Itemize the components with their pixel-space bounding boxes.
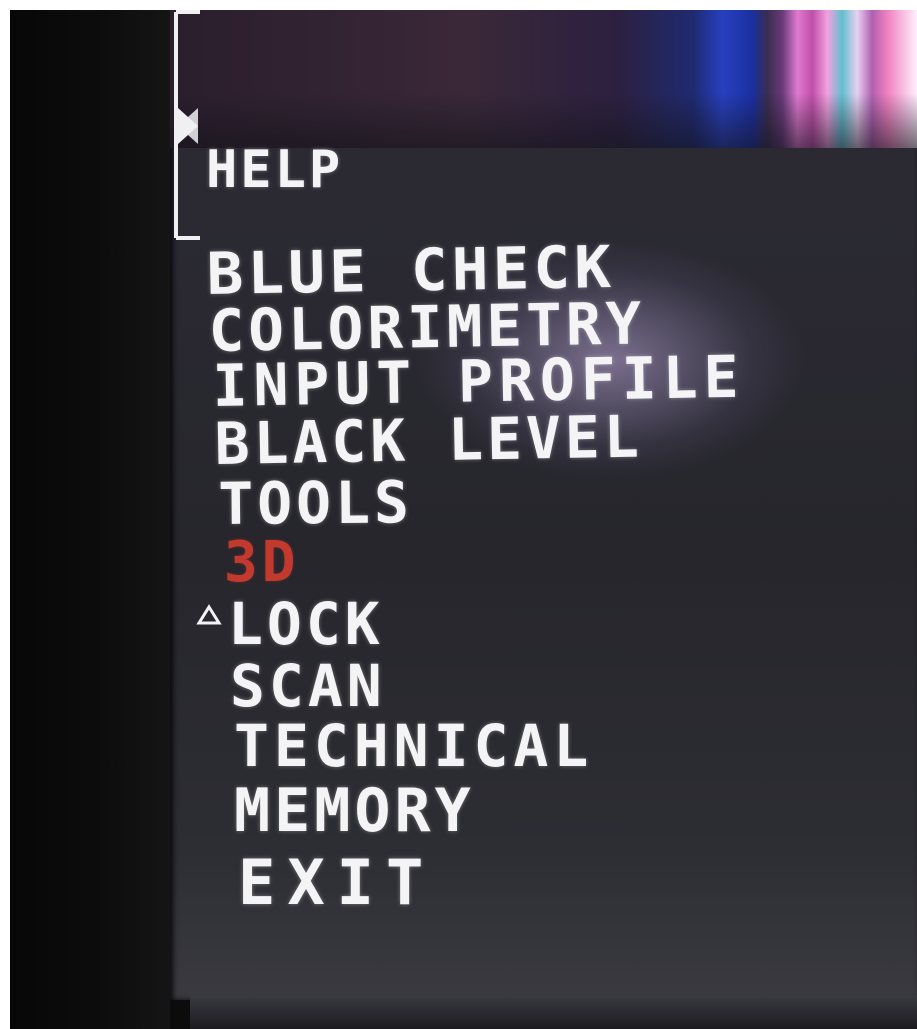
background-image-strip bbox=[170, 10, 917, 148]
help-label[interactable]: HELP bbox=[206, 140, 343, 200]
monitor-photo bbox=[10, 10, 917, 1029]
menu-item-3d[interactable]: 3D bbox=[224, 530, 299, 595]
triangle-up-icon bbox=[196, 604, 222, 625]
photo-frame: HELP BLUE CHECK COLORIMETRY INPUT PROFIL… bbox=[0, 0, 917, 1029]
menu-item-black-level[interactable]: BLACK LEVEL bbox=[214, 403, 643, 478]
menu-item-memory[interactable]: MEMORY bbox=[234, 776, 475, 846]
monitor-bottom-rim bbox=[190, 995, 917, 1029]
monitor-bezel bbox=[10, 10, 170, 1029]
menu-item-tools[interactable]: TOOLS bbox=[218, 468, 413, 538]
menu-item-scan[interactable]: SCAN bbox=[230, 652, 386, 720]
menu-item-exit[interactable]: EXIT bbox=[238, 846, 435, 919]
bracket-icon bbox=[174, 10, 200, 240]
menu-item-technical[interactable]: TECHNICAL bbox=[234, 712, 593, 780]
menu-item-lock[interactable]: LOCK bbox=[228, 590, 384, 658]
